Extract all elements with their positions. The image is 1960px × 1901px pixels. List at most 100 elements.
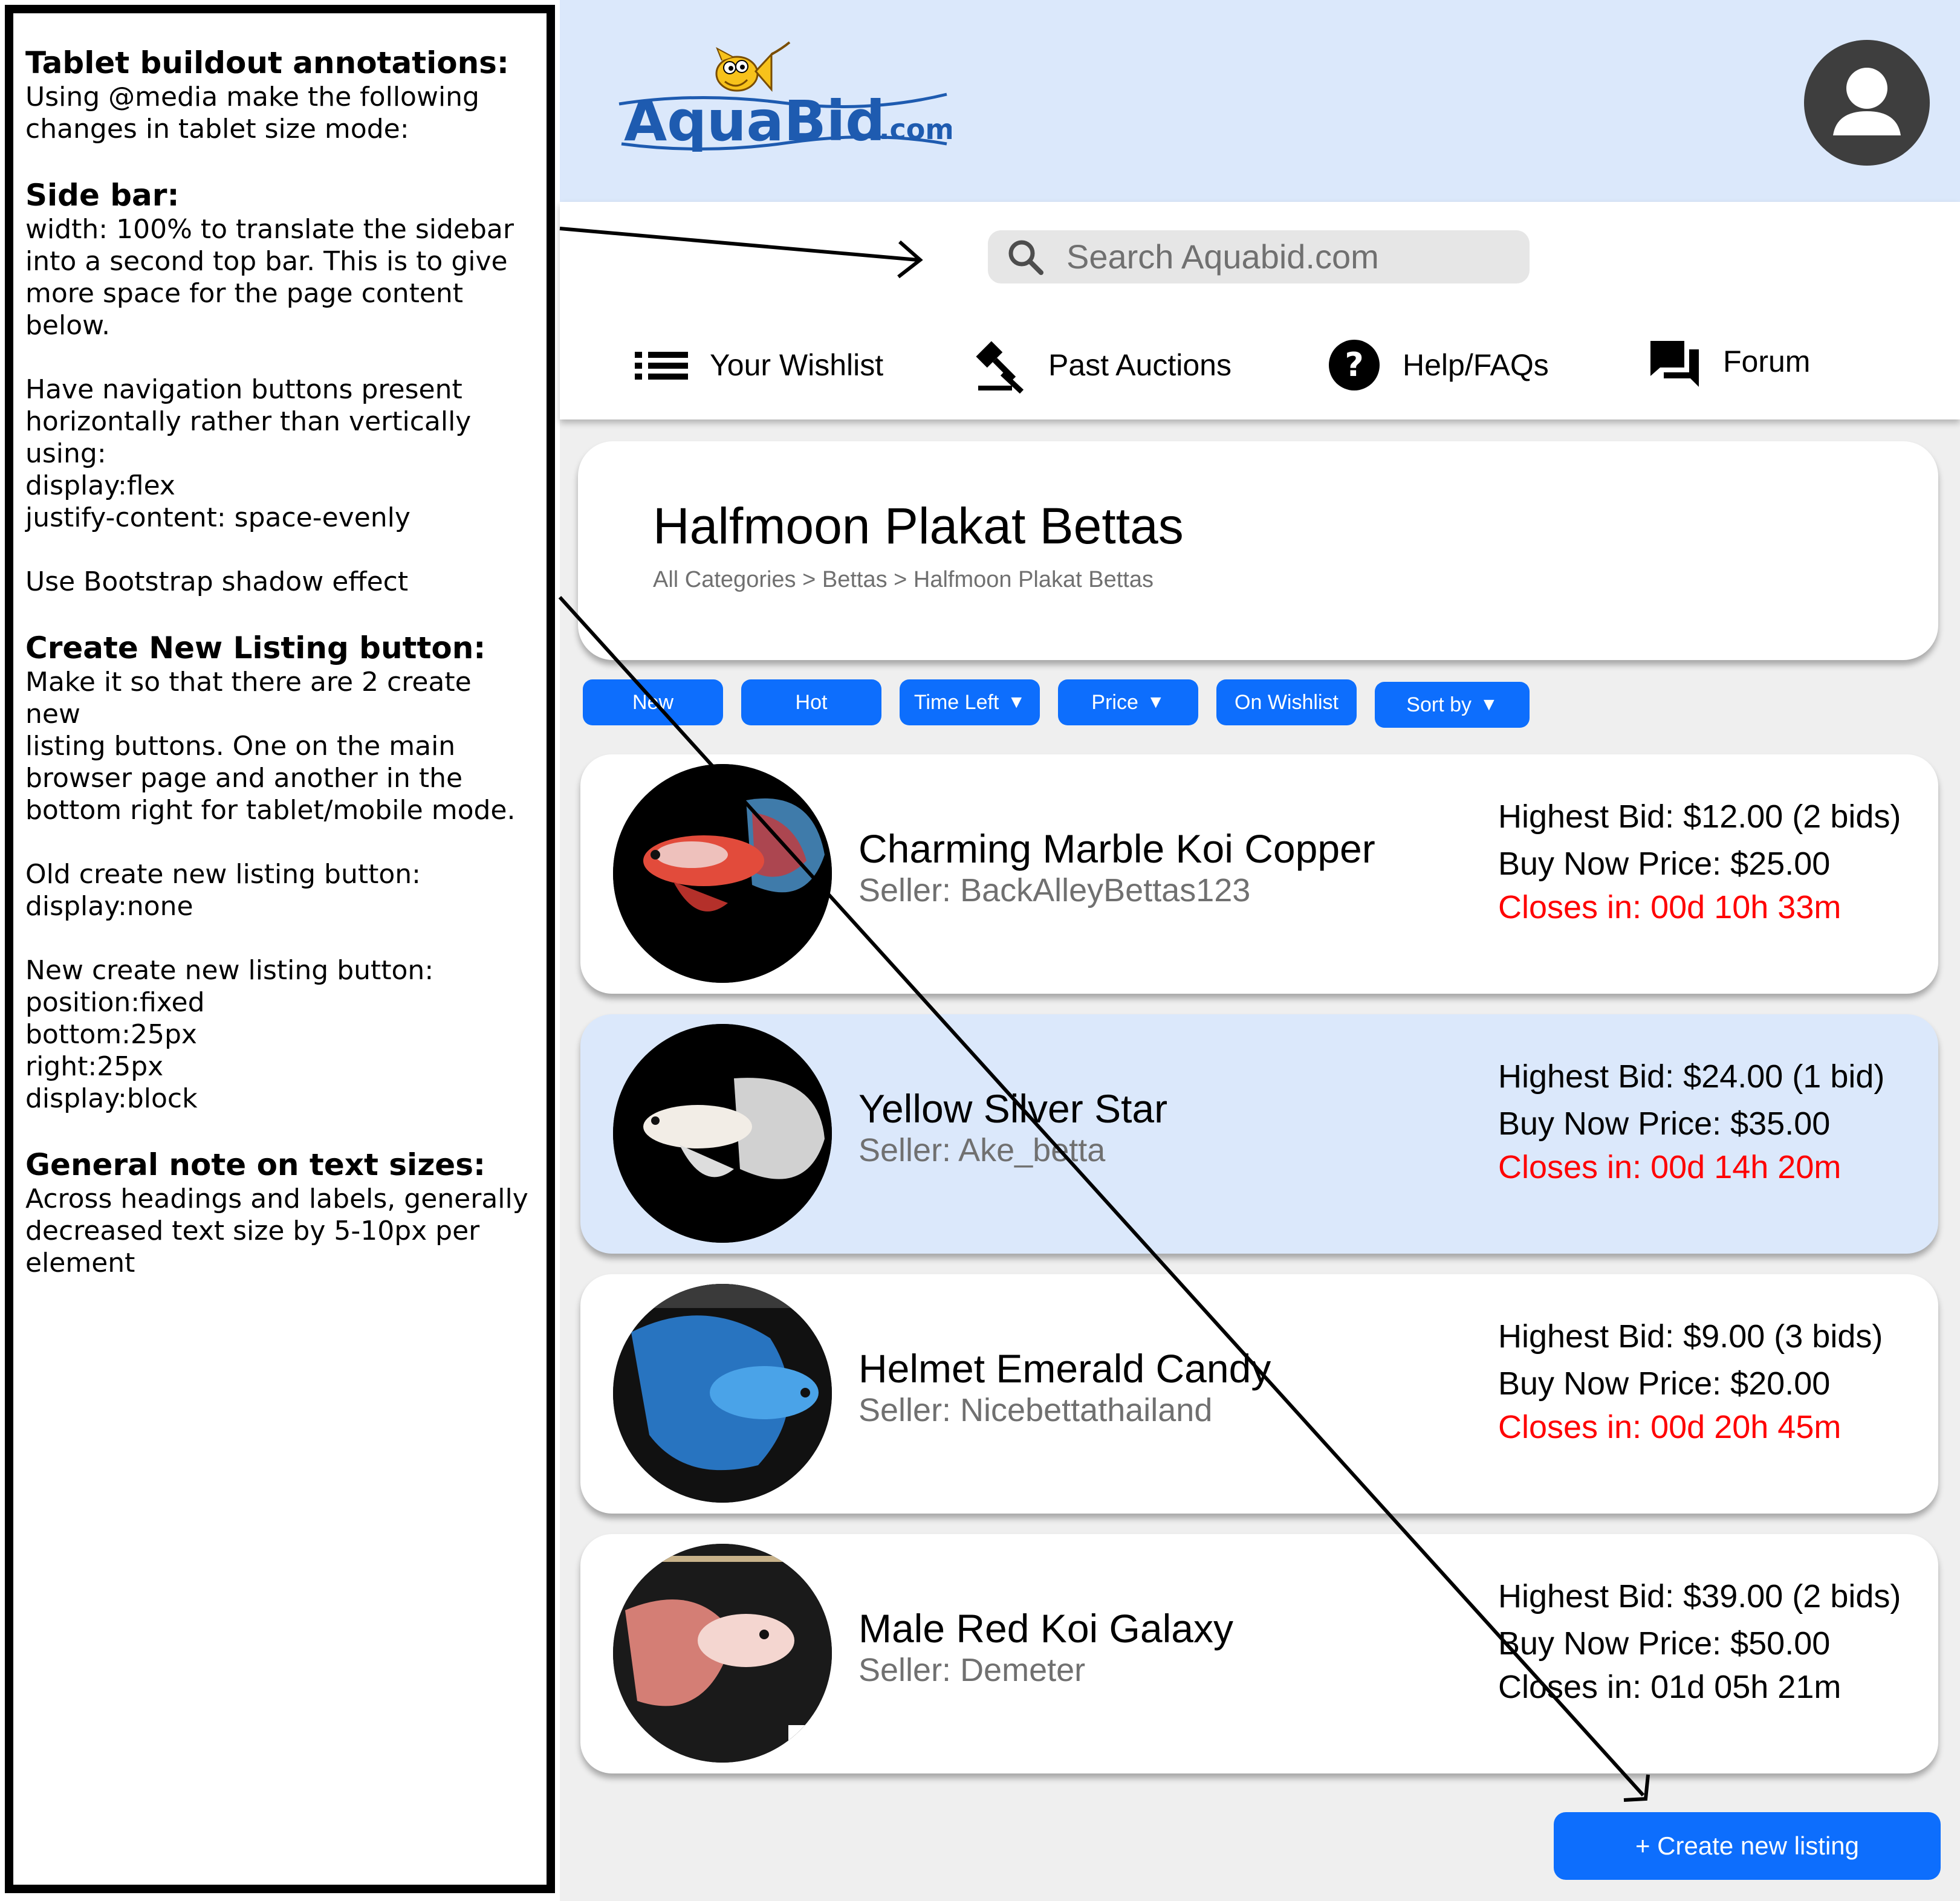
- forum-icon: [1650, 341, 1699, 387]
- caret-down-icon: ▼: [1146, 692, 1165, 712]
- listing-title[interactable]: Charming Marble Koi Copper: [858, 826, 1375, 872]
- annotation-heading: Create New Listing button:: [25, 630, 486, 666]
- annotation-panel: Tablet buildout annotations: Using @medi…: [5, 5, 555, 1893]
- annotation-line: horizontally rather than vertically usin…: [25, 406, 472, 469]
- annotation-heading: General note on text sizes:: [25, 1147, 485, 1182]
- betta-fish-photo: [613, 1544, 832, 1763]
- annotation-line: Have navigation buttons present: [25, 374, 462, 405]
- annotation-line: display:flex: [25, 470, 175, 501]
- caret-down-icon: ▼: [1480, 695, 1498, 714]
- filter-label: Hot: [795, 690, 828, 714]
- annotation-line: browser page and another in the: [25, 763, 463, 794]
- annotation-line: changes in tablet size mode:: [25, 114, 409, 144]
- listing-title[interactable]: Helmet Emerald Candy: [858, 1346, 1271, 1391]
- listing-highest-bid: Highest Bid: $24.00 (1 bid): [1498, 1058, 1885, 1095]
- nav-item-past-auctions[interactable]: Past Auctions: [971, 335, 1231, 395]
- annotation-line: display:none: [25, 891, 193, 922]
- annotation-line: element: [25, 1248, 135, 1278]
- page-title: Halfmoon Plakat Bettas: [653, 497, 1184, 554]
- annotation-line: listing buttons. One on the main: [25, 731, 456, 762]
- listing-card[interactable]: Charming Marble Koi Copper Seller: BackA…: [580, 754, 1938, 994]
- annotation-line: position:fixed: [25, 987, 205, 1018]
- caret-down-icon: ▼: [1007, 692, 1026, 712]
- listing-closes-in: Closes in: 00d 20h 45m: [1498, 1409, 1842, 1445]
- help-icon: ?: [1329, 340, 1380, 390]
- search-input[interactable]: Search Aquabid.com: [988, 230, 1530, 283]
- listing-title[interactable]: Male Red Koi Galaxy: [858, 1605, 1233, 1651]
- annotation-line: bottom right for tablet/mobile mode.: [25, 795, 516, 826]
- user-avatar-icon: [1804, 40, 1930, 166]
- filter-label: On Wishlist: [1235, 690, 1339, 714]
- annotation-heading: Side bar:: [25, 178, 180, 213]
- top-bar: AquaBid .com: [560, 0, 1960, 202]
- listing-seller[interactable]: Seller: Demeter: [858, 1651, 1085, 1689]
- listing-closes-in: Closes in: 00d 10h 33m: [1498, 889, 1842, 925]
- annotation-line: decreased text size by 5-10px per: [25, 1216, 480, 1246]
- listing-buy-now: Buy Now Price: $25.00: [1498, 846, 1831, 882]
- search-icon: [1008, 240, 1043, 275]
- filter-label: Price: [1091, 690, 1138, 714]
- annotation-line: New create new listing button:: [25, 955, 434, 986]
- listing-buy-now: Buy Now Price: $20.00: [1498, 1365, 1831, 1402]
- listing-photo: [613, 1284, 832, 1503]
- filter-on-wishlist-button[interactable]: On Wishlist: [1216, 679, 1357, 725]
- annotation-line: Make it so that there are 2 create new: [25, 667, 472, 730]
- annotation-line: width: 100% to translate the sidebar: [25, 214, 514, 245]
- listing-closes-in: Closes in: 01d 05h 21m: [1498, 1669, 1842, 1705]
- category-header-card: Halfmoon Plakat Bettas All Categories > …: [578, 441, 1938, 660]
- filter-hot-button[interactable]: Hot: [741, 679, 881, 725]
- app-mockup: AquaBid .com Search Aquabid.com Your Wis…: [560, 0, 1960, 1901]
- nav-item-wishlist[interactable]: Your Wishlist: [632, 335, 883, 395]
- annotation-line: Across headings and labels, generally: [25, 1184, 528, 1214]
- sort-by-button[interactable]: Sort by ▼: [1375, 682, 1530, 728]
- annotation-line: more space for the page content below.: [25, 278, 464, 341]
- breadcrumb[interactable]: All Categories > Bettas > Halfmoon Plaka…: [653, 567, 1154, 593]
- gavel-icon: [976, 341, 1024, 394]
- listing-buy-now: Buy Now Price: $50.00: [1498, 1625, 1831, 1662]
- listing-photo: [613, 1024, 832, 1243]
- aquabid-logo[interactable]: AquaBid .com: [613, 36, 954, 163]
- annotation-line: display:block: [25, 1083, 198, 1114]
- listing-card[interactable]: Yellow Silver Star Seller: Ake_betta Hig…: [580, 1014, 1938, 1254]
- search-placeholder: Search Aquabid.com: [1066, 238, 1379, 276]
- annotation-line: bottom:25px: [25, 1019, 197, 1050]
- avatar[interactable]: [1803, 39, 1931, 167]
- listing-title[interactable]: Yellow Silver Star: [858, 1086, 1167, 1132]
- filter-price-button[interactable]: Price ▼: [1058, 679, 1198, 725]
- nav-item-help[interactable]: ? Help/FAQs: [1325, 335, 1549, 395]
- annotation-line: Old create new listing button:: [25, 859, 421, 890]
- nav-item-label: Past Auctions: [1048, 348, 1231, 382]
- betta-fish-photo: [613, 1024, 832, 1243]
- annotation-line: Using @media make the following: [25, 82, 479, 112]
- listing-closes-in: Closes in: 00d 14h 20m: [1498, 1149, 1842, 1185]
- listing-seller[interactable]: Seller: Nicebettathailand: [858, 1391, 1212, 1429]
- create-new-listing-button[interactable]: + Create new listing: [1554, 1812, 1941, 1880]
- logo-text: AquaBid: [624, 89, 885, 154]
- listing-photo: [613, 764, 832, 983]
- nav-item-label: Help/FAQs: [1403, 348, 1549, 382]
- listing-seller[interactable]: Seller: BackAlleyBettas123: [858, 872, 1250, 909]
- listing-seller[interactable]: Seller: Ake_betta: [858, 1132, 1105, 1169]
- betta-fish-photo: [613, 764, 832, 983]
- nav-item-label: Forum: [1723, 345, 1811, 378]
- filter-label: Time Left: [913, 690, 999, 714]
- list-icon: [635, 352, 688, 380]
- annotation-line: Use Bootstrap shadow effect: [25, 566, 409, 597]
- listing-highest-bid: Highest Bid: $9.00 (3 bids): [1498, 1318, 1883, 1355]
- listing-highest-bid: Highest Bid: $39.00 (2 bids): [1498, 1578, 1901, 1614]
- annotation-line: right:25px: [25, 1051, 164, 1082]
- second-top-bar: Search Aquabid.com Your Wishlist Past Au…: [560, 202, 1960, 419]
- logo-suffix: .com: [879, 113, 952, 146]
- fish-mascot-icon: [715, 41, 791, 92]
- annotation-line: justify-content: space-evenly: [25, 502, 410, 533]
- filter-label: Sort by: [1406, 693, 1472, 716]
- nav-item-label: Your Wishlist: [710, 348, 884, 382]
- listing-buy-now: Buy Now Price: $35.00: [1498, 1106, 1831, 1142]
- listing-card[interactable]: Male Red Koi Galaxy Seller: Demeter High…: [580, 1534, 1938, 1773]
- filter-new-button[interactable]: New: [583, 679, 723, 725]
- betta-fish-photo: [613, 1284, 832, 1503]
- filter-label: New: [632, 690, 674, 714]
- listing-card[interactable]: Helmet Emerald Candy Seller: Nicebettath…: [580, 1274, 1938, 1514]
- filter-time-left-button[interactable]: Time Left ▼: [900, 679, 1040, 725]
- nav-item-forum[interactable]: Forum: [1646, 331, 1810, 392]
